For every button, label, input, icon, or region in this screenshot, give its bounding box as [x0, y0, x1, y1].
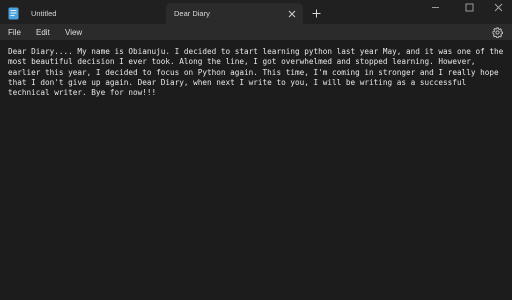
notepad-icon — [8, 7, 19, 20]
menu-view[interactable]: View — [65, 24, 82, 40]
window-close-button[interactable] — [483, 0, 512, 14]
settings-button[interactable] — [490, 25, 504, 39]
minimize-button[interactable] — [420, 0, 451, 14]
tab-dear-diary[interactable]: Dear Diary — [166, 3, 303, 24]
close-icon — [288, 10, 296, 17]
tab-untitled[interactable]: Untitled — [0, 3, 165, 24]
tab-label: Untitled — [31, 9, 57, 18]
maximize-icon — [465, 3, 474, 11]
menu-bar: File Edit View — [0, 24, 512, 40]
tab-label: Dear Diary — [174, 9, 210, 18]
document-text[interactable]: Dear Diary.... My name is Obianuju. I de… — [8, 47, 506, 98]
tab-close-button[interactable] — [284, 6, 300, 22]
minimize-icon — [432, 6, 439, 8]
new-tab-button[interactable] — [309, 5, 323, 21]
text-editor[interactable]: Dear Diary.... My name is Obianuju. I de… — [0, 40, 512, 300]
close-icon — [494, 3, 503, 11]
plus-icon — [312, 9, 320, 17]
title-bar: Untitled Dear Diary — [0, 0, 512, 24]
gear-icon — [492, 27, 503, 38]
menu-file[interactable]: File — [8, 24, 21, 40]
menu-edit[interactable]: Edit — [36, 24, 50, 40]
maximize-button[interactable] — [454, 0, 485, 14]
